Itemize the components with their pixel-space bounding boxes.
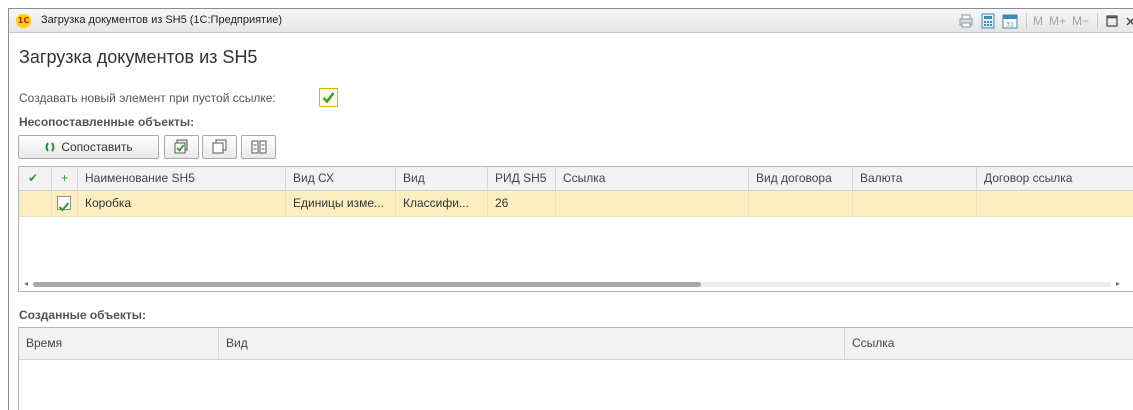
- scroll-left-icon[interactable]: ◂: [21, 279, 31, 289]
- row-marker-cell: [19, 191, 52, 217]
- col-created-vid-header[interactable]: Вид: [219, 328, 845, 360]
- checkmark-icon: [322, 92, 335, 104]
- toolbar-separator: [1025, 13, 1027, 29]
- window: 1C Загрузка документов из SH5 (1С:Предпр…: [8, 8, 1133, 410]
- row-rid-cell[interactable]: 26: [488, 191, 556, 217]
- col-plus-header[interactable]: +: [52, 167, 78, 191]
- printer-icon[interactable]: [958, 13, 974, 29]
- copy-icon: [212, 139, 226, 154]
- checkmark-icon: [58, 202, 70, 212]
- row-currency-cell[interactable]: [853, 191, 977, 217]
- col-rid-header[interactable]: РИД SH5: [488, 167, 556, 191]
- table-row[interactable]: Коробка Единицы изме... Классифи... 26: [19, 191, 1133, 217]
- horizontal-scrollbar[interactable]: ◂ ▸: [19, 277, 1125, 291]
- col-vid-header[interactable]: Вид: [396, 167, 488, 191]
- row-contract-type-cell[interactable]: [749, 191, 853, 217]
- scroll-thumb[interactable]: [33, 282, 702, 287]
- col-name-header[interactable]: Наименование SH5: [78, 167, 286, 191]
- app-logo: 1C: [16, 14, 31, 28]
- svg-text:31: 31: [1006, 21, 1014, 29]
- created-table-header: Время Вид Ссылка: [19, 328, 1133, 360]
- unmatched-table-header: ✔ + Наименование SH5 Вид СХ Вид РИД SH5 …: [19, 167, 1133, 191]
- row-contract-link-cell[interactable]: [977, 191, 1133, 217]
- row-name-cell[interactable]: Коробка: [78, 191, 286, 217]
- memory-m-button[interactable]: M: [1033, 14, 1043, 28]
- unmatched-section-title: Несопоставленные объекты:: [19, 115, 195, 129]
- maximize-icon[interactable]: [1104, 13, 1120, 29]
- copy-button[interactable]: [202, 135, 237, 159]
- col-contract-link-header[interactable]: Договор ссылка: [977, 167, 1133, 191]
- col-currency-header[interactable]: Валюта: [853, 167, 977, 191]
- col-contract-type-header[interactable]: Вид договора: [749, 167, 853, 191]
- row-checkbox[interactable]: [57, 196, 71, 212]
- match-button-label: Сопоставить: [61, 140, 133, 154]
- check-all-button[interactable]: [164, 135, 199, 159]
- match-icon: [45, 142, 55, 152]
- check-all-icon: [174, 139, 187, 154]
- row-vid-cell[interactable]: Классифи...: [396, 191, 488, 217]
- window-title: Загрузка документов из SH5 (1С:Предприят…: [41, 14, 283, 26]
- close-icon[interactable]: [1126, 13, 1133, 29]
- title-bar: 1C Загрузка документов из SH5 (1С:Предпр…: [9, 9, 1133, 33]
- match-button[interactable]: Сопоставить: [18, 135, 159, 159]
- created-table[interactable]: Время Вид Ссылка: [18, 327, 1133, 410]
- create-new-checkbox[interactable]: [319, 88, 338, 107]
- unmatched-table[interactable]: ✔ + Наименование SH5 Вид СХ Вид РИД SH5 …: [18, 166, 1133, 292]
- calendar-icon[interactable]: 31: [1002, 13, 1018, 29]
- scroll-right-icon[interactable]: ▸: [1113, 279, 1123, 289]
- form-title: Загрузка документов из SH5: [19, 47, 258, 67]
- row-link-cell[interactable]: [556, 191, 749, 217]
- create-new-label: Создавать новый элемент при пустой ссылк…: [19, 91, 276, 105]
- col-time-header[interactable]: Время: [19, 328, 219, 360]
- toggle-button[interactable]: [241, 135, 276, 159]
- memory-plus-button[interactable]: M+: [1049, 14, 1066, 28]
- title-bar-tools: 31 M M+ M−: [958, 9, 1133, 33]
- created-section-title: Созданные объекты:: [19, 308, 146, 322]
- row-vid-cx-cell[interactable]: Единицы изме...: [286, 191, 396, 217]
- toggle-icon: [251, 140, 266, 154]
- scroll-track[interactable]: [33, 282, 1111, 287]
- calculator-icon[interactable]: [980, 13, 996, 29]
- col-check-header[interactable]: ✔: [19, 167, 52, 191]
- memory-minus-button[interactable]: M−: [1072, 14, 1089, 28]
- col-link-header[interactable]: Ссылка: [556, 167, 749, 191]
- col-vid-cx-header[interactable]: Вид СХ: [286, 167, 396, 191]
- col-created-link-header[interactable]: Ссылка: [845, 328, 1133, 360]
- row-check-cell[interactable]: [52, 191, 78, 217]
- toolbar-separator: [1097, 13, 1098, 29]
